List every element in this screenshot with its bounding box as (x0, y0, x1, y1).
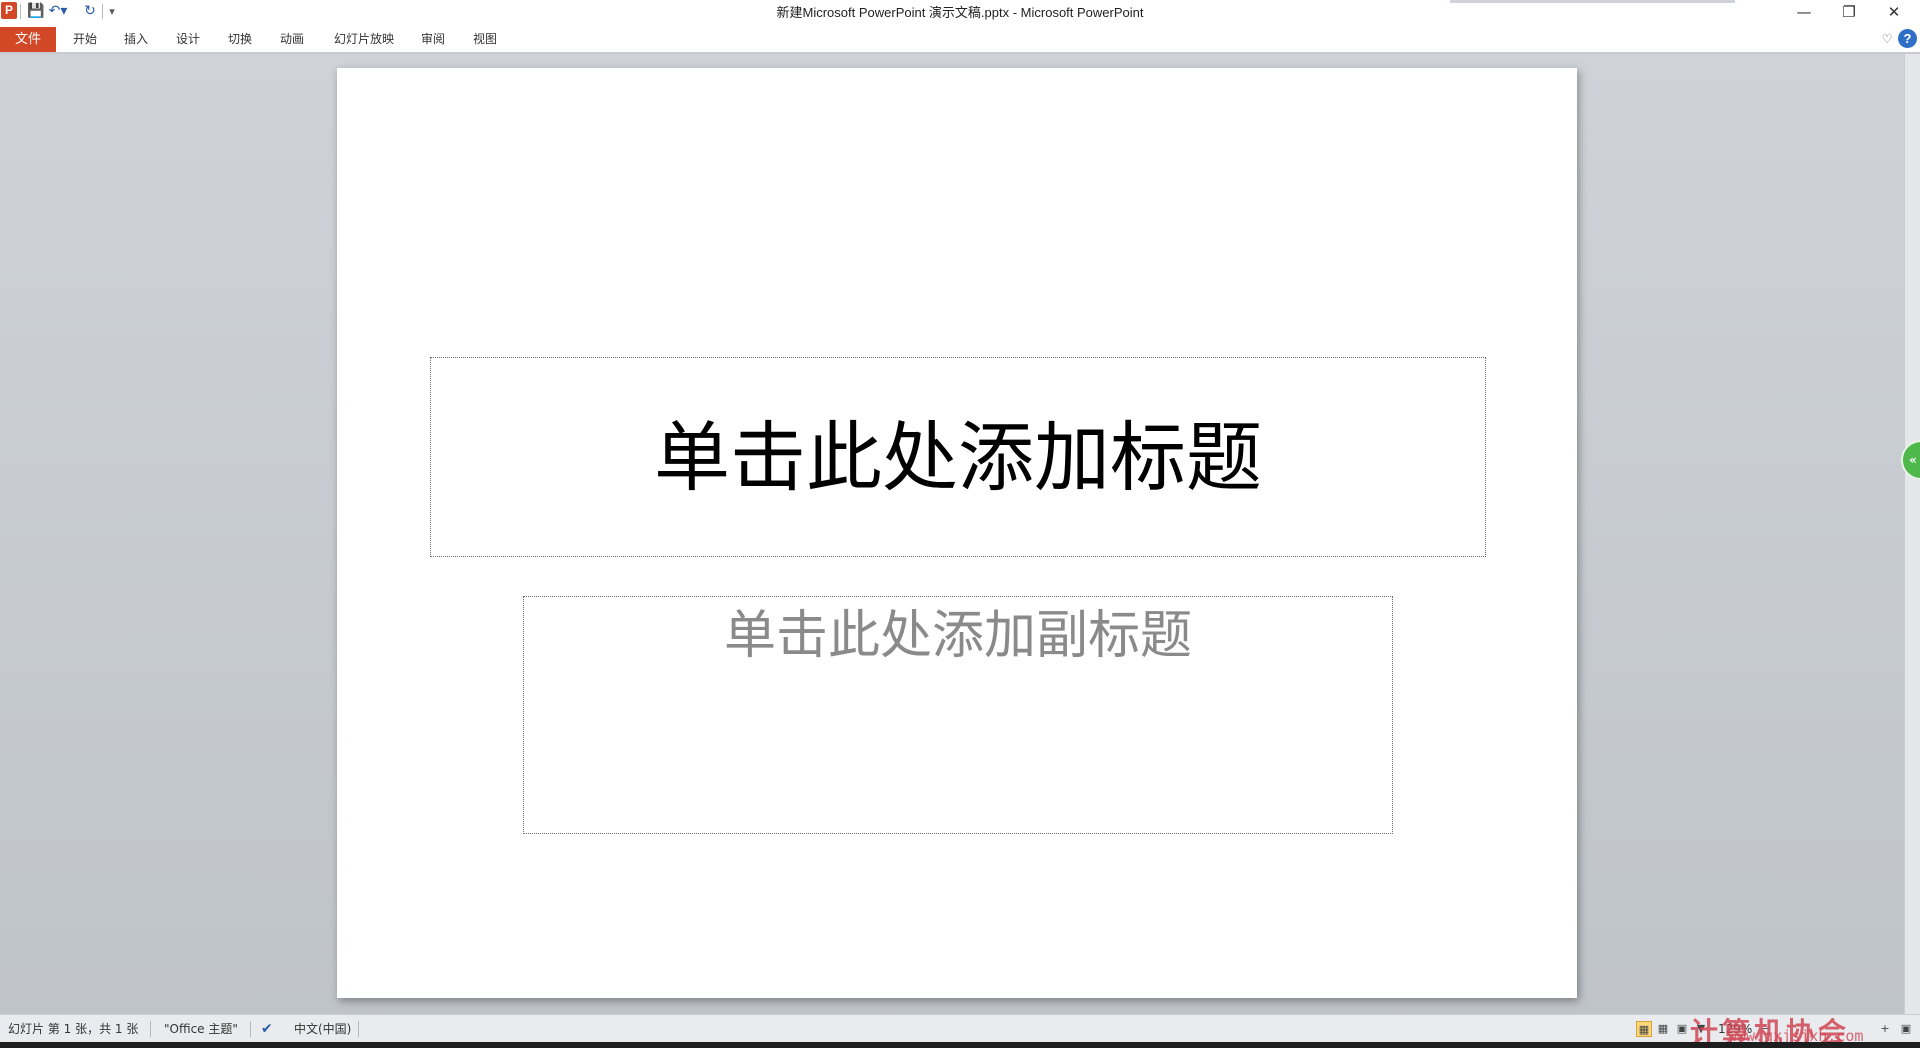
title-placeholder-text: 单击此处添加标题 (654, 413, 1262, 502)
window-title: 新建Microsoft PowerPoint 演示文稿.pptx - Micro… (776, 5, 1144, 20)
status-bar: 幻灯片 第 1 张，共 1 张 "Office 主题" ✔ 中文(中国) ▦ ▦… (0, 1014, 1920, 1042)
slide-number-status: 幻灯片 第 1 张，共 1 张 (8, 1022, 139, 1036)
tab-design[interactable]: 设计 (167, 27, 209, 52)
redo-icon[interactable]: ↻ (82, 3, 98, 20)
spell-check-icon[interactable]: ✔ (261, 1015, 273, 1043)
taskbar-strip (0, 1042, 1920, 1048)
tab-file[interactable]: 文件 (0, 27, 56, 52)
save-icon[interactable]: 💾 (27, 3, 44, 20)
language-status[interactable]: 中文(中国) (294, 1015, 351, 1043)
tab-slide-show[interactable]: 幻灯片放映 (326, 27, 402, 52)
tab-animations[interactable]: 动画 (271, 27, 313, 52)
undo-icon[interactable]: ↶▾ (48, 3, 68, 20)
tab-review[interactable]: 审阅 (412, 27, 454, 52)
status-separator (150, 1021, 151, 1037)
minimize-button[interactable]: — (1782, 0, 1826, 25)
theme-status[interactable]: "Office 主题" (164, 1015, 238, 1043)
fit-to-window-icon[interactable]: ▣ (1898, 1021, 1914, 1037)
tab-insert[interactable]: 插入 (115, 27, 157, 52)
help-icon[interactable]: ? (1898, 29, 1917, 48)
zoom-in-icon[interactable]: + (1877, 1021, 1893, 1037)
vertical-scrollbar[interactable] (1904, 54, 1920, 1014)
qat-separator (102, 4, 103, 19)
subtitle-placeholder[interactable]: 单击此处添加副标题 (523, 596, 1393, 834)
subtitle-placeholder-text: 单击此处添加副标题 (723, 606, 1192, 666)
status-separator (358, 1021, 359, 1037)
tab-home[interactable]: 开始 (64, 27, 106, 52)
qat-separator (20, 4, 21, 19)
ribbon-minimize-icon[interactable]: ♡ (1878, 30, 1896, 48)
slide-sorter-view-icon[interactable]: ▦ (1655, 1021, 1671, 1037)
title-bar: P 💾 ↶▾ ↻ ▾ 新建Microsoft PowerPoint 演示文稿.p… (0, 0, 1920, 25)
slide-canvas[interactable]: 单击此处添加标题 单击此处添加副标题 (337, 68, 1577, 998)
top-strip (1450, 0, 1735, 3)
title-placeholder[interactable]: 单击此处添加标题 (430, 357, 1486, 557)
normal-view-icon[interactable]: ▦ (1636, 1021, 1652, 1037)
powerpoint-app-icon[interactable]: P (1, 2, 17, 19)
tab-transitions[interactable]: 切换 (219, 27, 261, 52)
customize-icon[interactable]: ▾ (105, 3, 119, 20)
ribbon-tab-bar: 文件 开始 插入 设计 切换 动画 幻灯片放映 审阅 视图 (0, 25, 1920, 53)
reading-view-icon[interactable]: ▣ (1674, 1021, 1690, 1037)
restore-button[interactable]: ❐ (1827, 0, 1871, 25)
tab-view[interactable]: 视图 (464, 27, 506, 52)
status-separator (250, 1021, 251, 1037)
close-button[interactable]: ✕ (1872, 0, 1916, 25)
